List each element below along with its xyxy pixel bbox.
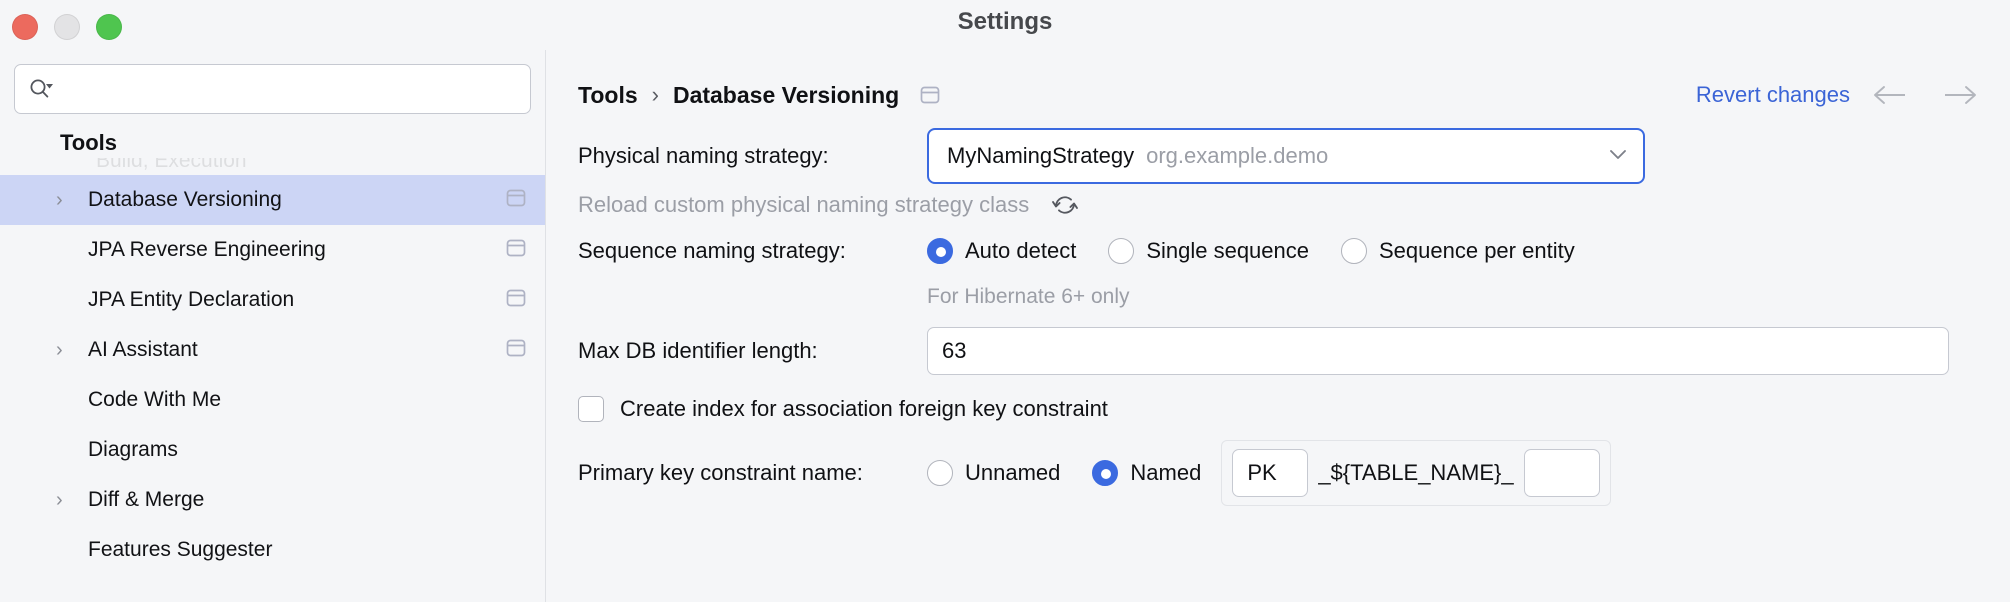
combobox-package: org.example.demo — [1146, 143, 1328, 169]
pk-template-label: _${TABLE_NAME}_ — [1318, 460, 1513, 486]
create-index-checkbox[interactable] — [578, 396, 604, 422]
primary-key-pattern-fields: _${TABLE_NAME}_ — [1221, 440, 1610, 506]
header-actions: Revert changes — [1696, 75, 1986, 115]
radio-indicator[interactable] — [1092, 460, 1118, 486]
sidebar-item-features-suggester[interactable]: Features Suggester — [0, 525, 545, 575]
radio-label: Auto detect — [965, 238, 1076, 264]
radio-auto-detect[interactable]: Auto detect — [927, 238, 1076, 264]
pk-prefix-input[interactable] — [1232, 449, 1308, 497]
sequence-naming-label: Sequence naming strategy: — [547, 238, 927, 264]
radio-unnamed[interactable]: Unnamed — [927, 460, 1060, 486]
settings-main-panel: Tools › Database Versioning Revert chang… — [547, 50, 2010, 602]
sidebar-item-database-versioning[interactable]: › Database Versioning — [0, 175, 545, 225]
breadcrumb-separator: › — [652, 82, 659, 108]
sidebar-nav-list: › Database Versioning JPA Reverse Engine… — [0, 175, 545, 575]
radio-label: Sequence per entity — [1379, 238, 1575, 264]
physical-naming-strategy-combobox[interactable]: MyNamingStrategy org.example.demo — [927, 128, 1645, 184]
combobox-value: MyNamingStrategy — [947, 143, 1134, 169]
chevron-right-icon[interactable]: › — [56, 190, 88, 210]
sidebar-clipped-row: Build, Execution — [96, 158, 296, 172]
radio-label: Named — [1130, 460, 1201, 486]
sidebar-item-label: JPA Reverse Engineering — [88, 238, 326, 262]
breadcrumb-current: Database Versioning — [673, 82, 899, 109]
breadcrumb-bar: Tools › Database Versioning Revert chang… — [578, 72, 1986, 118]
back-arrow-icon[interactable] — [1864, 75, 1918, 115]
radio-indicator[interactable] — [1341, 238, 1367, 264]
sidebar-item-label: Features Suggester — [88, 538, 272, 562]
settings-sync-icon — [505, 338, 527, 363]
radio-label: Single sequence — [1146, 238, 1309, 264]
window-title: Settings — [0, 8, 2010, 36]
search-area — [0, 50, 545, 114]
radio-indicator[interactable] — [927, 460, 953, 486]
sidebar-item-diff-and-merge[interactable]: › Diff & Merge — [0, 475, 545, 525]
search-input[interactable] — [63, 77, 516, 102]
sequence-naming-row: Sequence naming strategy: Auto detect Si… — [547, 226, 2010, 276]
chevron-right-icon[interactable]: › — [56, 490, 88, 510]
sidebar-group-title: Tools — [0, 114, 545, 158]
revert-changes-link[interactable]: Revert changes — [1696, 82, 1850, 108]
create-index-row[interactable]: Create index for association foreign key… — [547, 384, 2010, 434]
settings-sync-icon[interactable] — [919, 85, 941, 105]
sequence-hint-row: For Hibernate 6+ only — [547, 276, 2010, 318]
sidebar-item-label: Database Versioning — [88, 188, 282, 212]
sidebar-item-jpa-reverse-engineering[interactable]: JPA Reverse Engineering — [0, 225, 545, 275]
search-box[interactable] — [14, 64, 531, 114]
breadcrumb-root[interactable]: Tools — [578, 82, 638, 109]
radio-label: Unnamed — [965, 460, 1060, 486]
sidebar-item-label: Diagrams — [88, 438, 178, 462]
max-identifier-label: Max DB identifier length: — [547, 338, 927, 364]
primary-key-radio-group: Unnamed Named — [927, 460, 1201, 486]
reload-row: Reload custom physical naming strategy c… — [547, 184, 2010, 226]
radio-single-sequence[interactable]: Single sequence — [1108, 238, 1309, 264]
radio-indicator[interactable] — [1108, 238, 1134, 264]
sidebar-item-label: AI Assistant — [88, 338, 198, 362]
pk-suffix-input[interactable] — [1524, 449, 1600, 497]
create-index-label: Create index for association foreign key… — [620, 396, 1108, 422]
chevron-right-icon[interactable]: › — [56, 340, 88, 360]
sidebar-item-diagrams[interactable]: Diagrams — [0, 425, 545, 475]
max-identifier-row: Max DB identifier length: — [547, 326, 2010, 376]
refresh-icon[interactable] — [1051, 192, 1079, 218]
radio-indicator[interactable] — [927, 238, 953, 264]
hibernate-hint-label: For Hibernate 6+ only — [927, 285, 1130, 309]
sidebar-item-label: Code With Me — [88, 388, 221, 412]
max-identifier-input[interactable] — [927, 327, 1949, 375]
settings-sync-icon — [505, 238, 527, 263]
settings-sync-icon — [505, 288, 527, 313]
search-icon — [29, 78, 55, 100]
physical-naming-row: Physical naming strategy: MyNamingStrate… — [547, 128, 2010, 184]
settings-window: Settings Tools Build, Execution › Datab — [0, 0, 2010, 602]
sidebar-item-code-with-me[interactable]: Code With Me — [0, 375, 545, 425]
sidebar-item-label: Diff & Merge — [88, 488, 204, 512]
physical-naming-label: Physical naming strategy: — [547, 143, 927, 169]
settings-form: Physical naming strategy: MyNamingStrate… — [547, 128, 2010, 506]
settings-sync-icon — [505, 188, 527, 213]
chevron-down-icon[interactable] — [1607, 147, 1629, 166]
sidebar-item-label: JPA Entity Declaration — [88, 288, 294, 312]
settings-sidebar: Tools Build, Execution › Database Versio… — [0, 50, 546, 602]
radio-named[interactable]: Named — [1092, 460, 1201, 486]
sidebar-item-ai-assistant[interactable]: › AI Assistant — [0, 325, 545, 375]
sequence-naming-radio-group: Auto detect Single sequence Sequence per… — [927, 238, 1607, 264]
radio-sequence-per-entity[interactable]: Sequence per entity — [1341, 238, 1575, 264]
primary-key-label: Primary key constraint name: — [547, 460, 927, 486]
title-bar: Settings — [0, 0, 2010, 50]
primary-key-row: Primary key constraint name: Unnamed Nam… — [547, 440, 2010, 506]
reload-strategy-label: Reload custom physical naming strategy c… — [547, 192, 1029, 218]
forward-arrow-icon[interactable] — [1932, 75, 1986, 115]
sidebar-item-jpa-entity-declaration[interactable]: JPA Entity Declaration — [0, 275, 545, 325]
